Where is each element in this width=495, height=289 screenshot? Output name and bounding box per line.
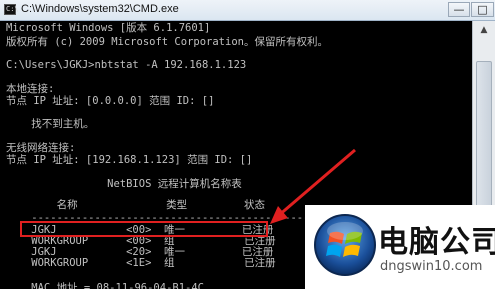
cmd-window: C:\ C:\Windows\system32\CMD.exe — □ Micr…	[0, 0, 495, 289]
windows-logo-icon	[314, 214, 376, 276]
watermark-logo: 电脑公司 dngswin10.com	[305, 205, 495, 289]
console-line: 节点 IP 址址: [0.0.0.0] 范围 ID: []	[6, 95, 215, 107]
window-title: C:\Windows\system32\CMD.exe	[21, 3, 179, 15]
cmd-app-icon[interactable]: C:\	[4, 4, 19, 15]
scroll-up-icon[interactable]: ▲	[477, 23, 491, 37]
minimize-button[interactable]: —	[448, 2, 470, 17]
watermark-brand: 电脑公司	[378, 225, 495, 260]
title-bar[interactable]: C:\ C:\Windows\system32\CMD.exe — □	[0, 0, 495, 21]
console-line: Microsoft Windows [版本 6.1.7601]	[6, 22, 211, 34]
console-line: 找不到主机。	[6, 118, 95, 130]
console-line: 节点 IP 址址: [192.168.1.123] 范围 ID: []	[6, 154, 253, 166]
maximize-button[interactable]: □	[471, 2, 494, 17]
table-row: WORKGROUP <1E> 组 已注册	[6, 257, 276, 269]
console-line: NetBIOS 远程计算机名称表	[6, 178, 242, 190]
watermark-url: dngswin10.com	[380, 259, 483, 274]
annotation-highlight-box	[20, 221, 268, 237]
console-line: 版权所有 (c) 2009 Microsoft Corporation。保留所有…	[6, 36, 328, 48]
console-line: C:\Users\JGKJ>nbtstat -A 192.168.1.123	[6, 59, 247, 71]
scrollbar-thumb[interactable]	[476, 61, 492, 211]
console-line: MAC 地址 = 08-11-96-04-B1-4C	[6, 282, 205, 289]
console-line: 名称 类型 状态	[6, 199, 265, 211]
